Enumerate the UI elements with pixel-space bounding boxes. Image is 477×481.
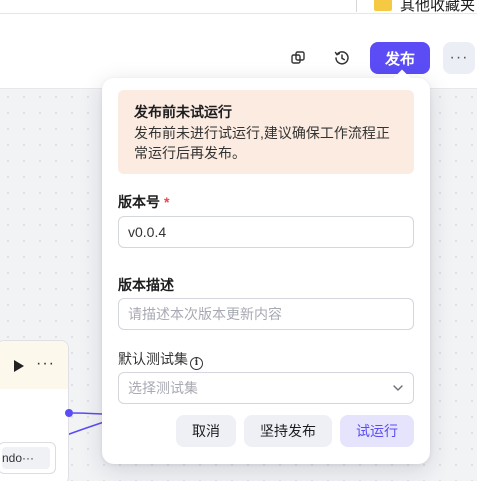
node-output-port[interactable] [65,409,73,417]
play-icon[interactable] [13,359,25,373]
cancel-button[interactable]: 取消 [176,415,236,447]
no-trial-run-warning: 发布前未试运行 发布前未进行试运行,建议确保工作流程正常运行后再发布。 [118,90,414,174]
force-publish-button[interactable]: 坚持发布 [244,415,332,447]
description-label: 版本描述 [118,277,174,293]
node-variable-text: ndo··· [2,447,50,469]
description-input[interactable]: 请描述本次版本更新内容 [118,298,414,330]
required-mark: * [164,194,170,210]
version-label-text: 版本号 [118,194,160,210]
version-label: 版本号 * [118,192,169,212]
testset-select[interactable]: 选择测试集 [118,372,414,404]
testset-label-text: 默认测试集 [118,351,188,367]
node-more-button[interactable]: ··· [36,355,55,373]
chevron-down-icon [393,385,403,391]
trial-run-button[interactable]: 试运行 [340,415,414,447]
version-input-value: v0.0.4 [128,224,167,240]
info-icon[interactable]: i [190,357,203,370]
testset-label: 默认测试集 i [118,349,203,370]
description-placeholder: 请描述本次版本更新内容 [128,306,282,322]
warning-title: 发布前未试运行 [134,104,232,120]
publish-popover: 发布前未试运行 发布前未进行试运行,建议确保工作流程正常运行后再发布。 版本号 *… [102,69,430,464]
node-variable-chip: ndo··· [0,442,56,474]
node-header: ··· [0,341,68,389]
testset-placeholder: 选择测试集 [128,380,198,396]
version-input[interactable]: v0.0.4 [118,216,414,248]
warning-text: 发布前未进行试运行,建议确保工作流程正常运行后再发布。 [134,125,390,161]
